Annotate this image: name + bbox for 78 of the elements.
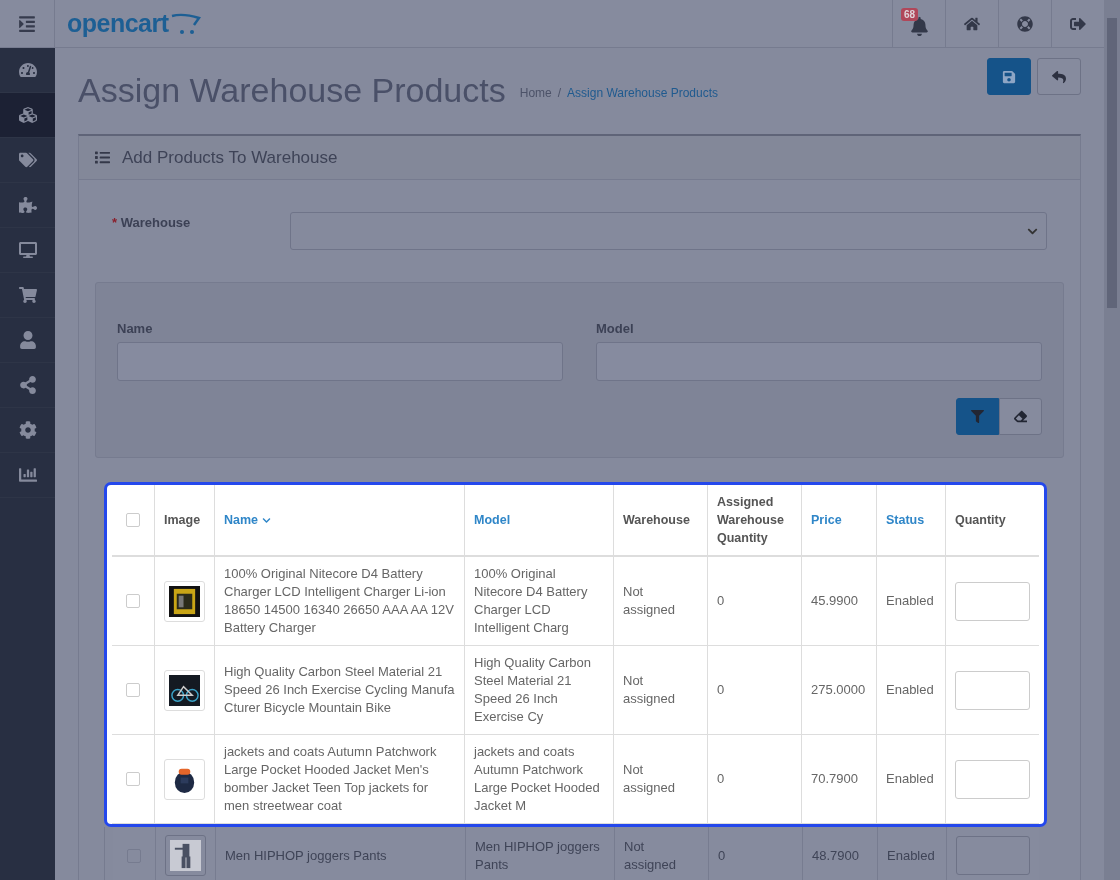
table-cell-text: Not assigned (623, 672, 677, 708)
checkbox[interactable] (126, 683, 140, 697)
filter-icon (971, 410, 984, 423)
table-cell-text: 100% Original Nitecore D4 Battery Charger LCD Intelligent Charg (474, 565, 589, 637)
filter-button[interactable] (956, 398, 999, 435)
sort-caret-icon (262, 515, 272, 525)
quantity-field[interactable] (956, 836, 1030, 875)
table-cell-text: jackets and coats Autumn Patchwork Large Pocket Hooded Jacket Men's bomber Jacket Teen Top jackets for men streetwear coat (224, 743, 438, 815)
column-sort-link[interactable]: Price (811, 511, 842, 529)
table-cell: 0 (717, 592, 725, 610)
table-cell: Enabled (886, 681, 934, 699)
cart-icon (18, 286, 37, 304)
table-cell: 0 (717, 770, 725, 788)
save-icon (1002, 69, 1016, 84)
list-icon (95, 150, 110, 165)
table-cell: Enabled (886, 592, 934, 610)
bar-chart-icon (18, 466, 37, 484)
select-all-checkbox[interactable] (126, 513, 140, 527)
share-icon (18, 376, 37, 394)
eraser-icon (1014, 410, 1027, 423)
tags-icon (18, 151, 37, 169)
table-cell: Enabled (887, 846, 935, 865)
panel-title: Add Products To Warehouse (122, 147, 338, 168)
breadcrumb-separator: / (557, 86, 562, 100)
home-icon (964, 15, 980, 32)
logo-text[interactable]: opencart (67, 9, 169, 38)
notifications-button[interactable]: 68 (892, 0, 945, 47)
table-cell: Enabled (886, 770, 934, 788)
save-button[interactable] (987, 58, 1031, 95)
reply-icon (1052, 69, 1066, 84)
notification-badge: 68 (901, 8, 919, 21)
table-cell: 0 (718, 846, 726, 865)
clear-button[interactable] (999, 398, 1042, 435)
user-icon (18, 331, 37, 349)
checkbox[interactable] (126, 594, 140, 608)
column-header: Warehouse (623, 512, 690, 529)
table-cell: Men HIPHOP joggers Pants (225, 846, 387, 865)
table-cell: 100% Original Nitecore D4 Battery Charger LCD Intelligent Charger Li-ion 18650 14500 16340 26650 AAA AA 12V Battery Charger (224, 565, 455, 637)
column-sort-link[interactable]: Status (886, 511, 925, 529)
logout-icon (1070, 15, 1086, 32)
column-header: Assigned Warehouse Quantity (717, 494, 785, 547)
column-sort-link[interactable]: Name (224, 511, 272, 529)
field-label: Model (596, 321, 635, 336)
table-cell-text: Not assigned (623, 761, 677, 797)
puzzle-icon (18, 196, 37, 214)
column-header: Image (164, 512, 201, 529)
table-cell: 48.7900 (812, 846, 859, 865)
page-title: Assign Warehouse Products (78, 70, 506, 110)
monitor-icon (18, 241, 37, 259)
lifebuoy-icon (1017, 15, 1033, 32)
column-header: Quantity (955, 512, 1006, 529)
back-button[interactable] (1037, 58, 1081, 95)
scrollbar-thumb[interactable] (1107, 18, 1117, 308)
table-cell: 45.9900 (811, 592, 858, 610)
field-label: * Warehouse (112, 215, 192, 230)
table-cell-text: jackets and coats Autumn Patchwork Large Pocket Hooded Jacket M (474, 743, 601, 815)
cart-logo-icon (170, 12, 201, 35)
breadcrumb-link[interactable]: Home (519, 86, 552, 100)
table-cell: High Quality Carbon Steel Material 21 Speed 26 Inch Exercise Cycling Manufa Cturer Bicycle Mountain Bike (224, 663, 455, 717)
dashboard-icon (18, 61, 37, 79)
table-cell: 275.0000 (811, 681, 866, 699)
column-sort-link[interactable]: Model (474, 511, 511, 529)
field-label: Name (117, 321, 154, 336)
table-cell-text: Not assigned (624, 837, 678, 874)
settings-icon (18, 421, 37, 439)
breadcrumb-link[interactable]: Assign Warehouse Products (567, 86, 719, 100)
menu-icon[interactable] (18, 14, 36, 33)
required-marker: * (112, 215, 118, 230)
table-cell-text: High Quality Carbon Steel Material 21 Speed 26 Inch Exercise Cy (474, 654, 593, 726)
bell-icon (909, 17, 929, 36)
table-cell-text: Men HIPHOP joggers Pants (475, 837, 601, 874)
table-cell-text: Not assigned (623, 583, 677, 619)
scrollbar[interactable] (1104, 0, 1120, 880)
checkbox[interactable] (126, 772, 140, 786)
table-cell: 70.7900 (811, 770, 858, 788)
cubes-icon (18, 106, 37, 124)
table-cell: 0 (717, 681, 725, 699)
sidebar-item[interactable] (0, 93, 55, 138)
